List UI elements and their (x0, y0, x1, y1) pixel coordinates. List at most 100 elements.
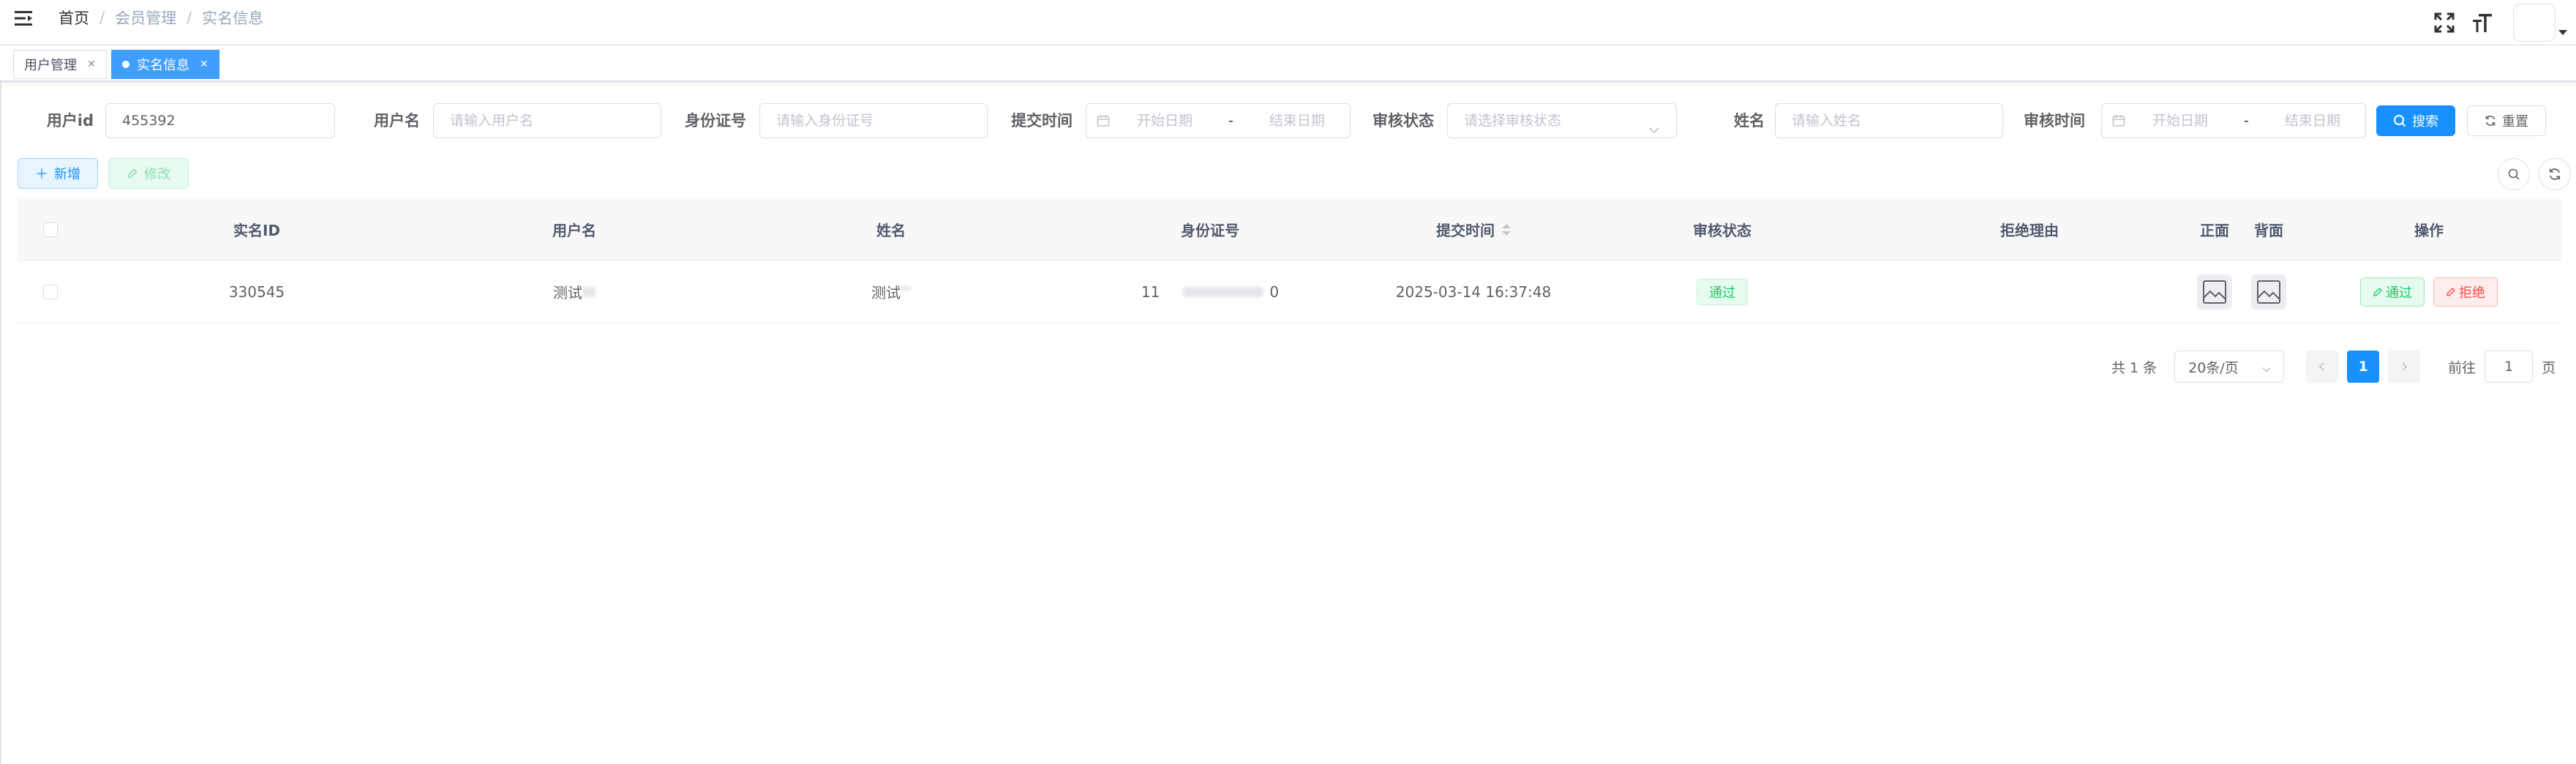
refresh-icon (2485, 116, 2496, 126)
add-button[interactable]: ＋ 新增 (18, 158, 98, 189)
reject-button[interactable]: 拒绝 (2433, 277, 2498, 307)
active-dot-icon (122, 61, 129, 68)
column-header: 姓名 (876, 222, 906, 239)
breadcrumb-home[interactable]: 首页 (59, 7, 89, 29)
page-number-button[interactable]: 1 (2347, 351, 2380, 383)
reject-reason-cell (1847, 261, 2212, 323)
refresh-table-button[interactable] (2539, 158, 2571, 190)
edit-icon (2447, 287, 2455, 296)
image-placeholder-icon[interactable] (2197, 274, 2232, 310)
search-icon (2508, 168, 2520, 180)
front-image-cell (2188, 261, 2242, 323)
tag-label: 实名信息 (137, 58, 189, 73)
close-icon[interactable]: ✕ (87, 59, 96, 70)
edit-icon (127, 168, 138, 179)
pagination: 共 1 条 20条/页 1 前往 1 页 (2111, 350, 2556, 383)
fullscreen-icon[interactable] (2428, 7, 2460, 39)
breadcrumb: 首页 / 会员管理 / 实名信息 (59, 0, 263, 35)
refresh-icon (2549, 168, 2561, 180)
masked-text (1183, 286, 1264, 297)
plus-icon: ＋ (35, 167, 48, 182)
column-header: 操作 (2414, 222, 2444, 239)
submit-time-range-picker[interactable]: 开始日期 - 结束日期 (1086, 103, 1351, 138)
search-button-label: 搜索 (2412, 114, 2438, 130)
breadcrumb-real-name-info: 实名信息 (202, 10, 264, 27)
select-all-cell (18, 199, 83, 260)
column-header: 审核状态 (1693, 222, 1751, 239)
real-name-id-cell: 330545 (228, 282, 285, 301)
audit-time-range-picker[interactable]: 开始日期 - 结束日期 (2101, 103, 2366, 138)
audit-time-label: 审核时间 (2024, 112, 2085, 130)
close-icon[interactable]: ✕ (200, 59, 209, 70)
edit-button[interactable]: 修改 (108, 158, 189, 189)
id-card-input[interactable]: 请输入身份证号 (759, 103, 988, 138)
id-card-placeholder: 请输入身份证号 (776, 113, 874, 129)
calendar-icon (1097, 114, 1110, 127)
approve-label: 通过 (2386, 285, 2412, 301)
sidebar-edge (0, 0, 1, 764)
chevron-down-icon (1648, 115, 1660, 149)
submit-time-cell: 2025-03-14 16:37:48 (1395, 282, 1552, 301)
audit-start-date: 开始日期 (2152, 113, 2208, 129)
row-checkbox[interactable] (43, 284, 58, 299)
masked-text (901, 285, 911, 291)
image-placeholder-icon[interactable] (2251, 274, 2286, 310)
status-badge: 通过 (1697, 278, 1748, 305)
table-row[interactable]: 330545 测试 测试 11 0 2025-03-14 16:37:48 通过 (18, 261, 2562, 323)
back-image-cell (2242, 261, 2296, 323)
approve-button[interactable]: 通过 (2360, 277, 2425, 307)
id-card-cell: 11 0 (1064, 261, 1356, 323)
column-header-sortable[interactable]: 提交时间 (1349, 199, 1598, 260)
username-input[interactable]: 请输入用户名 (433, 103, 661, 138)
name-cell: 测试 (718, 261, 1064, 323)
name-text: 测试 (871, 284, 901, 302)
username-label: 用户名 (374, 112, 420, 130)
tag-real-name-info[interactable]: 实名信息 ✕ (111, 50, 219, 79)
breadcrumb-member-management: 会员管理 (115, 10, 177, 27)
table-header: 实名ID 用户名 姓名 身份证号 提交时间 审核状态 拒绝理由 正面 背面 操作 (18, 199, 2562, 261)
submit-time-label: 提交时间 (1011, 112, 1073, 130)
submit-start-date: 开始日期 (1136, 113, 1193, 129)
edit-icon (2373, 287, 2382, 296)
add-button-label: 新增 (54, 167, 80, 182)
navbar: 首页 / 会员管理 / 实名信息 (0, 0, 2576, 45)
username-placeholder: 请输入用户名 (450, 113, 534, 129)
caret-down-icon[interactable] (2558, 29, 2567, 35)
column-header: 背面 (2254, 222, 2283, 239)
search-icon (2394, 115, 2406, 127)
column-header: 正面 (2200, 222, 2229, 239)
audit-status-select[interactable]: 请选择审核状态 (1447, 103, 1677, 138)
sort-icon[interactable] (1502, 223, 1511, 236)
chevron-down-icon (2261, 362, 2272, 378)
user-id-value: 455392 (122, 113, 176, 129)
reset-button-label: 重置 (2502, 114, 2528, 130)
real-name-table: 实名ID 用户名 姓名 身份证号 提交时间 审核状态 拒绝理由 正面 背面 操作… (18, 199, 2562, 323)
page-size-select[interactable]: 20条/页 (2174, 351, 2285, 383)
goto-label: 前往 (2448, 359, 2477, 376)
calendar-icon (2112, 114, 2125, 127)
toggle-search-button[interactable] (2498, 158, 2530, 190)
tag-user-management[interactable]: 用户管理 ✕ (13, 50, 107, 79)
hamburger-menu-icon[interactable] (13, 7, 35, 29)
page-size-value: 20条/页 (2188, 359, 2239, 376)
user-id-input[interactable]: 455392 (105, 103, 335, 138)
audit-status-cell: 通过 (1598, 261, 1847, 323)
goto-page-input[interactable]: 1 (2485, 351, 2534, 383)
masked-text (582, 286, 596, 297)
column-header-label: 提交时间 (1436, 222, 1495, 239)
name-placeholder: 请输入姓名 (1792, 113, 1862, 129)
avatar[interactable] (2513, 4, 2556, 42)
select-all-checkbox[interactable] (43, 222, 58, 237)
search-button[interactable]: 搜索 (2376, 105, 2455, 136)
operations-cell: 通过 拒绝 (2296, 261, 2562, 323)
tags-view: 用户管理 ✕ 实名信息 ✕ (0, 45, 2576, 82)
name-input[interactable]: 请输入姓名 (1775, 103, 2003, 138)
column-header: 实名ID (233, 222, 281, 239)
reset-button[interactable]: 重置 (2467, 105, 2546, 136)
font-size-icon[interactable] (2466, 7, 2498, 39)
prev-page-button[interactable] (2306, 351, 2339, 383)
breadcrumb-separator: / (99, 9, 105, 26)
next-page-button[interactable] (2388, 351, 2421, 383)
chevron-left-icon (2318, 362, 2324, 371)
id-card-label: 身份证号 (685, 112, 746, 130)
